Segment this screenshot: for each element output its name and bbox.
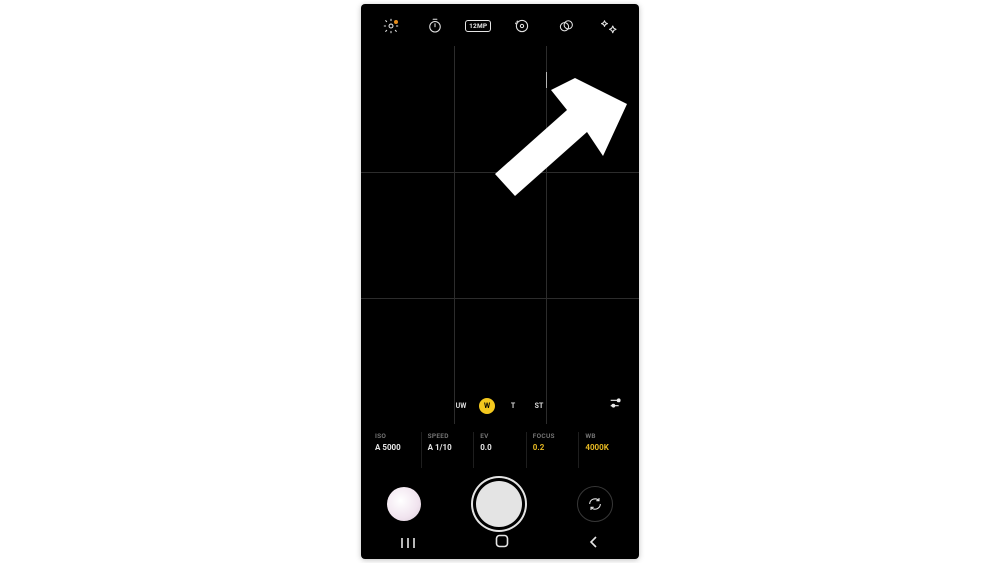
lens-w[interactable]: W <box>479 398 495 414</box>
effects-icon[interactable] <box>600 17 618 35</box>
lens-st[interactable]: ST <box>531 398 547 414</box>
top-toolbar: 12MP <box>361 12 639 40</box>
gallery-thumbnail[interactable] <box>387 487 421 521</box>
settings-dot-indicator <box>394 20 398 24</box>
motion-photo-icon[interactable] <box>513 17 531 35</box>
nav-home-icon[interactable] <box>494 533 510 553</box>
pro-params-row: ISO A 5000 SPEED A 1/10 EV 0.0 FOCUS 0.2… <box>361 432 639 468</box>
nav-back-icon[interactable] <box>587 534 601 553</box>
shutter-row <box>361 474 639 534</box>
param-wb[interactable]: WB 4000K <box>579 432 631 468</box>
android-navbar <box>361 531 639 555</box>
viewfinder[interactable]: UW W T ST <box>361 46 639 424</box>
annotation-arrow-icon <box>479 76 629 216</box>
pro-camera-screen: 12MP UW W T ST <box>361 4 639 559</box>
shutter-button[interactable] <box>473 478 525 530</box>
grid-line <box>454 46 455 424</box>
grid-line <box>361 172 639 173</box>
param-ev[interactable]: EV 0.0 <box>474 432 527 468</box>
param-speed[interactable]: SPEED A 1/10 <box>422 432 475 468</box>
focus-indicator <box>546 72 547 88</box>
timer-icon[interactable] <box>426 17 444 35</box>
pro-sliders-icon[interactable] <box>607 394 625 412</box>
param-focus[interactable]: FOCUS 0.2 <box>527 432 580 468</box>
grid-line <box>546 46 547 424</box>
lens-t[interactable]: T <box>505 398 521 414</box>
resolution-button[interactable]: 12MP <box>465 20 491 32</box>
param-iso[interactable]: ISO A 5000 <box>369 432 422 468</box>
color-tone-icon[interactable] <box>557 17 575 35</box>
switch-camera-button[interactable] <box>577 486 613 522</box>
lens-selector: UW W T ST <box>453 398 547 414</box>
lens-uw[interactable]: UW <box>453 398 469 414</box>
grid-line <box>361 298 639 299</box>
nav-recents-icon[interactable] <box>399 534 417 553</box>
